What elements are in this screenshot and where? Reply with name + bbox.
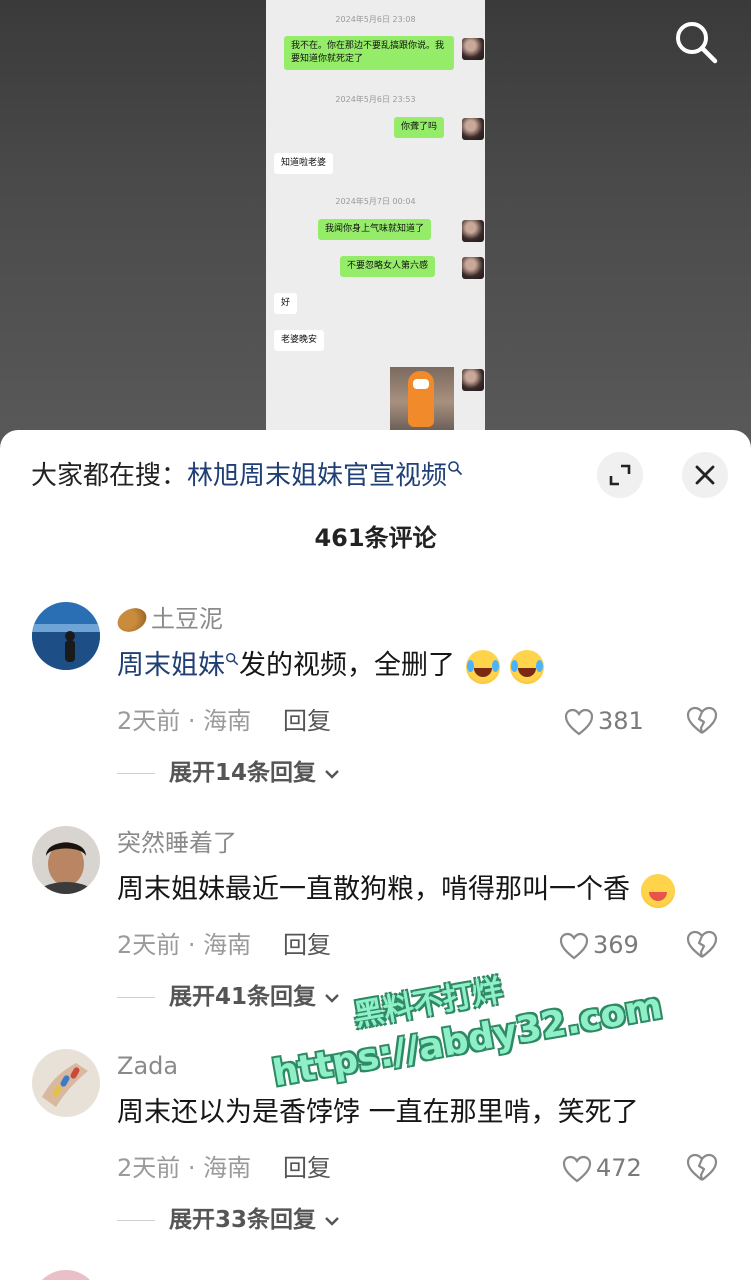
comment-username[interactable]: 突然睡着了 — [117, 826, 237, 860]
laughing-crying-emoji-icon — [465, 649, 500, 684]
comment-text: 周末还以为是香饽饽 一直在那里啃，笑死了 — [117, 1097, 639, 1128]
trending-search-term[interactable]: 林旭周末姐妹官宣视频 — [187, 461, 447, 491]
like-button[interactable]: 472 — [562, 1151, 642, 1185]
comment-time-location: 2天前 · 海南 — [117, 707, 252, 735]
chat-bubble-sent: 不要忽略女人第六感 — [340, 256, 436, 277]
search-button[interactable] — [672, 18, 720, 66]
like-button[interactable]: 381 — [564, 704, 644, 738]
chat-sticker-image — [390, 367, 454, 437]
expand-replies-button[interactable]: 展开14条回复 — [117, 756, 340, 790]
reply-button[interactable]: 回复 — [283, 704, 331, 738]
expand-icon — [609, 464, 631, 486]
chat-bubble-sent: 我闻你身上气味就知道了 — [318, 219, 432, 240]
chat-bubble-received: 好 — [274, 293, 298, 314]
heart-icon — [559, 932, 589, 960]
expand-button[interactable] — [597, 452, 643, 498]
like-count: 472 — [596, 1154, 642, 1182]
chat-timestamp: 2024年5月7日 00:04 — [335, 197, 416, 206]
comment-sheet: 大家都在搜：林旭周末姐妹官宣视频 461条评论 土豆泥 周末姐妹 发的视频，全删… — [0, 430, 751, 1280]
comment-text: 周末姐妹最近一直散狗粮，啃得那叫一个香 — [117, 870, 675, 910]
potato-emoji-icon — [113, 603, 151, 637]
reply-button[interactable]: 回复 — [283, 928, 331, 962]
comment-text: 周末姐妹 发的视频，全删了 — [117, 646, 545, 686]
chat-avatar — [462, 118, 484, 140]
comment-username[interactable]: Zada — [117, 1049, 178, 1083]
expand-replies-button[interactable]: 展开33条回复 — [117, 1203, 340, 1237]
heart-icon — [564, 708, 594, 736]
chevron-down-icon — [325, 1217, 339, 1226]
chat-avatar — [462, 369, 484, 391]
search-icon — [676, 22, 718, 64]
comment-time-location: 2天前 · 海南 — [117, 1154, 252, 1182]
like-count: 381 — [598, 707, 644, 735]
avatar[interactable] — [32, 602, 100, 670]
chat-bubble-received: 老婆晚安 — [274, 330, 325, 351]
reply-button[interactable]: 回复 — [283, 1151, 331, 1185]
chat-bubble-sent: 你聋了吗 — [394, 117, 445, 138]
chat-avatar — [462, 220, 484, 242]
avatar[interactable] — [32, 1270, 100, 1280]
broken-heart-icon — [686, 1153, 718, 1181]
chat-avatar — [462, 38, 484, 60]
chat-timestamp: 2024年5月6日 23:53 — [335, 95, 416, 104]
trending-search-prefix: 大家都在搜： — [31, 461, 188, 491]
winking-tongue-emoji-icon — [640, 873, 675, 908]
heart-icon — [562, 1155, 592, 1183]
search-icon — [226, 653, 239, 666]
chevron-down-icon — [325, 770, 339, 779]
comment-username[interactable]: 土豆泥 — [113, 602, 223, 637]
video-player[interactable]: 2024年5月6日 23:08 我不在。你在那边不要乱搞跟你说。我要知道你就死定… — [0, 0, 751, 460]
dislike-button[interactable] — [686, 1153, 718, 1183]
chat-screenshot: 2024年5月6日 23:08 我不在。你在那边不要乱搞跟你说。我要知道你就死定… — [266, 0, 485, 460]
broken-heart-icon — [686, 930, 718, 958]
chat-avatar — [462, 257, 484, 279]
comment-sheet-header: 大家都在搜：林旭周末姐妹官宣视频 461条评论 — [0, 430, 751, 580]
like-button[interactable]: 369 — [559, 928, 639, 962]
chat-bubble-sent: 我不在。你在那边不要乱搞跟你说。我要知道你就死定了 — [284, 36, 454, 70]
dislike-button[interactable] — [686, 706, 718, 736]
expand-replies-button[interactable]: 展开41条回复 — [117, 980, 340, 1014]
chat-timestamp: 2024年5月6日 23:08 — [335, 15, 416, 24]
trending-search[interactable]: 大家都在搜：林旭周末姐妹官宣视频 — [31, 456, 463, 496]
close-icon — [695, 465, 715, 485]
search-icon — [448, 461, 462, 475]
laughing-crying-emoji-icon — [510, 649, 545, 684]
like-count: 369 — [593, 931, 639, 959]
comment-count: 461条评论 — [314, 524, 437, 552]
avatar[interactable] — [32, 1049, 100, 1117]
comment-time-location: 2天前 · 海南 — [117, 931, 252, 959]
chat-bubble-received: 知道啦老婆 — [274, 153, 334, 174]
avatar[interactable] — [32, 826, 100, 894]
close-button[interactable] — [682, 452, 728, 498]
comment-search-link[interactable]: 周末姐妹 — [117, 650, 225, 681]
chevron-down-icon — [325, 994, 339, 1003]
broken-heart-icon — [686, 706, 718, 734]
dislike-button[interactable] — [686, 930, 718, 960]
